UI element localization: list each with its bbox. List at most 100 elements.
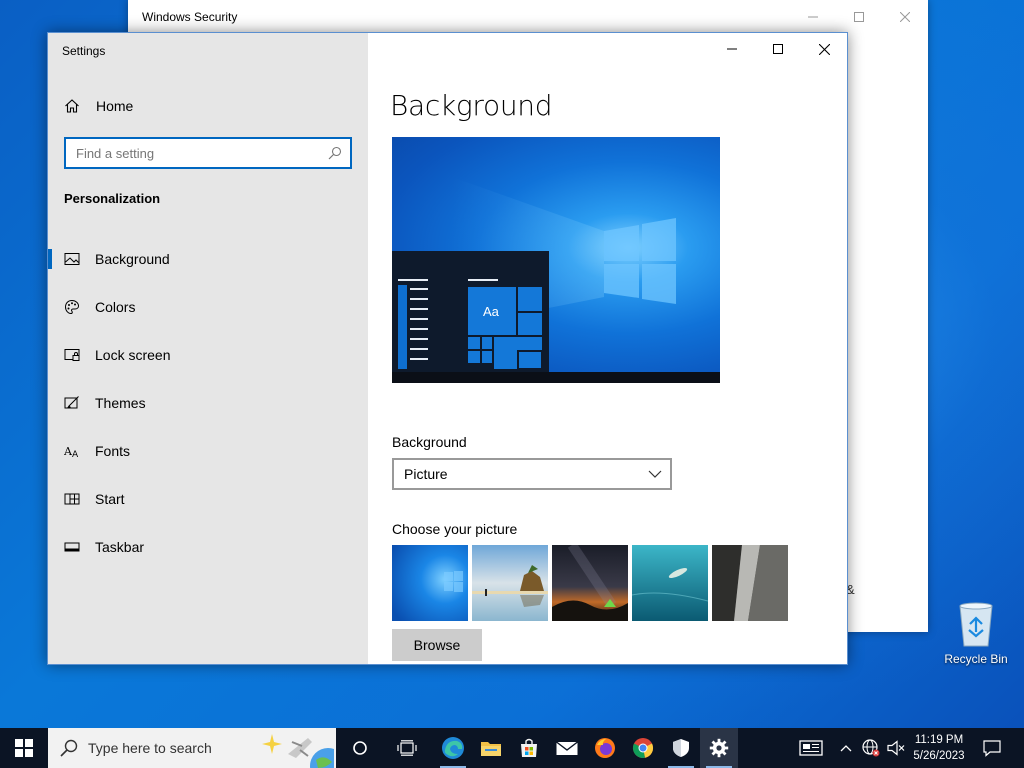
security-maximize-button[interactable] (836, 0, 882, 34)
clock-date: 5/26/2023 (913, 750, 965, 762)
maximize-icon (854, 12, 864, 22)
nav-item-label: Taskbar (95, 539, 145, 555)
preview-start-menu: Aa (392, 251, 549, 372)
maximize-button[interactable] (755, 33, 801, 65)
underwater-swimmer-wallpaper-thumbnail[interactable] (632, 545, 708, 621)
security-minimize-button[interactable] (790, 0, 836, 34)
mail-button[interactable] (548, 728, 586, 768)
chrome-button[interactable] (624, 728, 662, 768)
beach-rock-wallpaper-thumbnail[interactable] (472, 545, 548, 621)
news-icon (799, 740, 823, 756)
lock-screen-icon (64, 349, 80, 361)
firefox-button[interactable] (586, 728, 624, 768)
find-setting-search[interactable] (64, 137, 352, 169)
taskbar-search-placeholder: Type here to search (88, 740, 212, 756)
find-setting-input[interactable] (66, 139, 326, 167)
close-button[interactable] (801, 33, 847, 65)
taskbar: Type here to search 11:19 PM 5/26/2023 (0, 728, 1024, 768)
action-center-button[interactable] (972, 728, 1012, 768)
settings-icon (709, 738, 729, 758)
settings-window: Settings Home Personalization Background (47, 32, 848, 665)
close-icon (818, 43, 830, 55)
search-icon (328, 146, 342, 160)
nav-item-lock-screen[interactable]: Lock screen (48, 335, 368, 375)
background-preview: Aa (392, 137, 720, 383)
nav-item-colors[interactable]: Colors (48, 287, 368, 327)
nav-item-label: Themes (95, 395, 146, 411)
nav-item-background[interactable]: Background (48, 239, 368, 279)
settings-window-title: Settings (62, 44, 106, 58)
windows-blue-wallpaper-thumbnail[interactable] (392, 545, 468, 621)
picture-icon (64, 253, 80, 265)
nav-item-label: Background (95, 251, 170, 267)
recycle-bin-label: Recycle Bin (944, 652, 1008, 666)
background-type-value: Picture (404, 466, 448, 482)
firefox-icon (595, 738, 615, 758)
nav-item-label: Lock screen (95, 347, 171, 363)
news-widget-button[interactable] (792, 728, 830, 768)
search-highlight-icon (262, 734, 334, 768)
file-explorer-icon (481, 742, 501, 756)
task-view-button[interactable] (388, 728, 426, 768)
windows-security-taskbar-button[interactable] (662, 728, 700, 768)
preview-taskbar (392, 372, 720, 383)
nav-item-label: Colors (95, 299, 136, 315)
taskbar-icon (64, 542, 80, 552)
show-hidden-icons-button[interactable] (834, 728, 858, 768)
section-title-personalization: Personalization (64, 191, 161, 206)
nav-item-label: Start (95, 491, 125, 507)
themes-icon (64, 396, 79, 409)
security-window-title: Windows Security (142, 10, 238, 24)
nav-home[interactable]: Home (64, 96, 133, 116)
minimize-button[interactable] (709, 33, 755, 65)
file-explorer-button[interactable] (472, 728, 510, 768)
edge-taskbar-button[interactable] (434, 728, 472, 768)
windows-security-icon (673, 739, 689, 757)
cortana-button[interactable] (341, 728, 379, 768)
notification-icon (983, 740, 1001, 757)
browse-button[interactable]: Browse (392, 629, 482, 661)
choose-picture-label: Choose your picture (392, 521, 518, 537)
close-icon (900, 12, 910, 22)
minimize-icon (808, 16, 818, 18)
taskbar-clock[interactable]: 11:19 PM 5/26/2023 (908, 732, 970, 764)
chevron-down-icon (648, 470, 662, 478)
rock-cliff-wallpaper-thumbnail[interactable] (712, 545, 788, 621)
cortana-icon (353, 741, 367, 755)
fonts-icon: A A (64, 445, 79, 459)
windows-logo-icon (15, 739, 33, 757)
start-button[interactable] (0, 728, 48, 768)
taskbar-search-box[interactable]: Type here to search (48, 728, 336, 768)
volume-button[interactable] (884, 728, 908, 768)
nav-home-label: Home (96, 98, 134, 114)
search-icon (60, 739, 78, 757)
recycle-bin-icon (959, 602, 993, 647)
security-close-button[interactable] (882, 0, 928, 34)
picture-thumbnails (392, 545, 788, 621)
recycle-bin-shortcut[interactable]: Recycle Bin (940, 600, 1012, 666)
store-button[interactable] (510, 728, 548, 768)
edge-icon (442, 737, 464, 759)
nav-item-taskbar[interactable]: Taskbar (48, 527, 368, 567)
night-sky-tent-wallpaper-thumbnail[interactable] (552, 545, 628, 621)
background-type-label: Background (392, 434, 467, 450)
nav-item-start[interactable]: Start (48, 479, 368, 519)
selected-indicator (48, 249, 52, 269)
chrome-icon (632, 738, 654, 759)
start-icon (64, 493, 80, 505)
task-view-icon (397, 740, 417, 756)
mail-icon (556, 741, 578, 755)
clock-time: 11:19 PM (914, 734, 964, 746)
store-icon (521, 738, 537, 757)
nav-item-themes[interactable]: Themes (48, 383, 368, 423)
svg-text:A: A (72, 450, 79, 459)
nav-item-fonts[interactable]: A A Fonts (48, 431, 368, 471)
nav-item-label: Fonts (95, 443, 131, 459)
home-icon (65, 99, 79, 113)
background-type-dropdown[interactable]: Picture (392, 458, 672, 490)
preview-tile-text: Aa (483, 304, 499, 319)
network-button[interactable] (858, 728, 884, 768)
security-titlebar[interactable]: Windows Security (128, 0, 928, 34)
settings-taskbar-button[interactable] (700, 728, 738, 768)
network-globe-icon (862, 739, 880, 757)
